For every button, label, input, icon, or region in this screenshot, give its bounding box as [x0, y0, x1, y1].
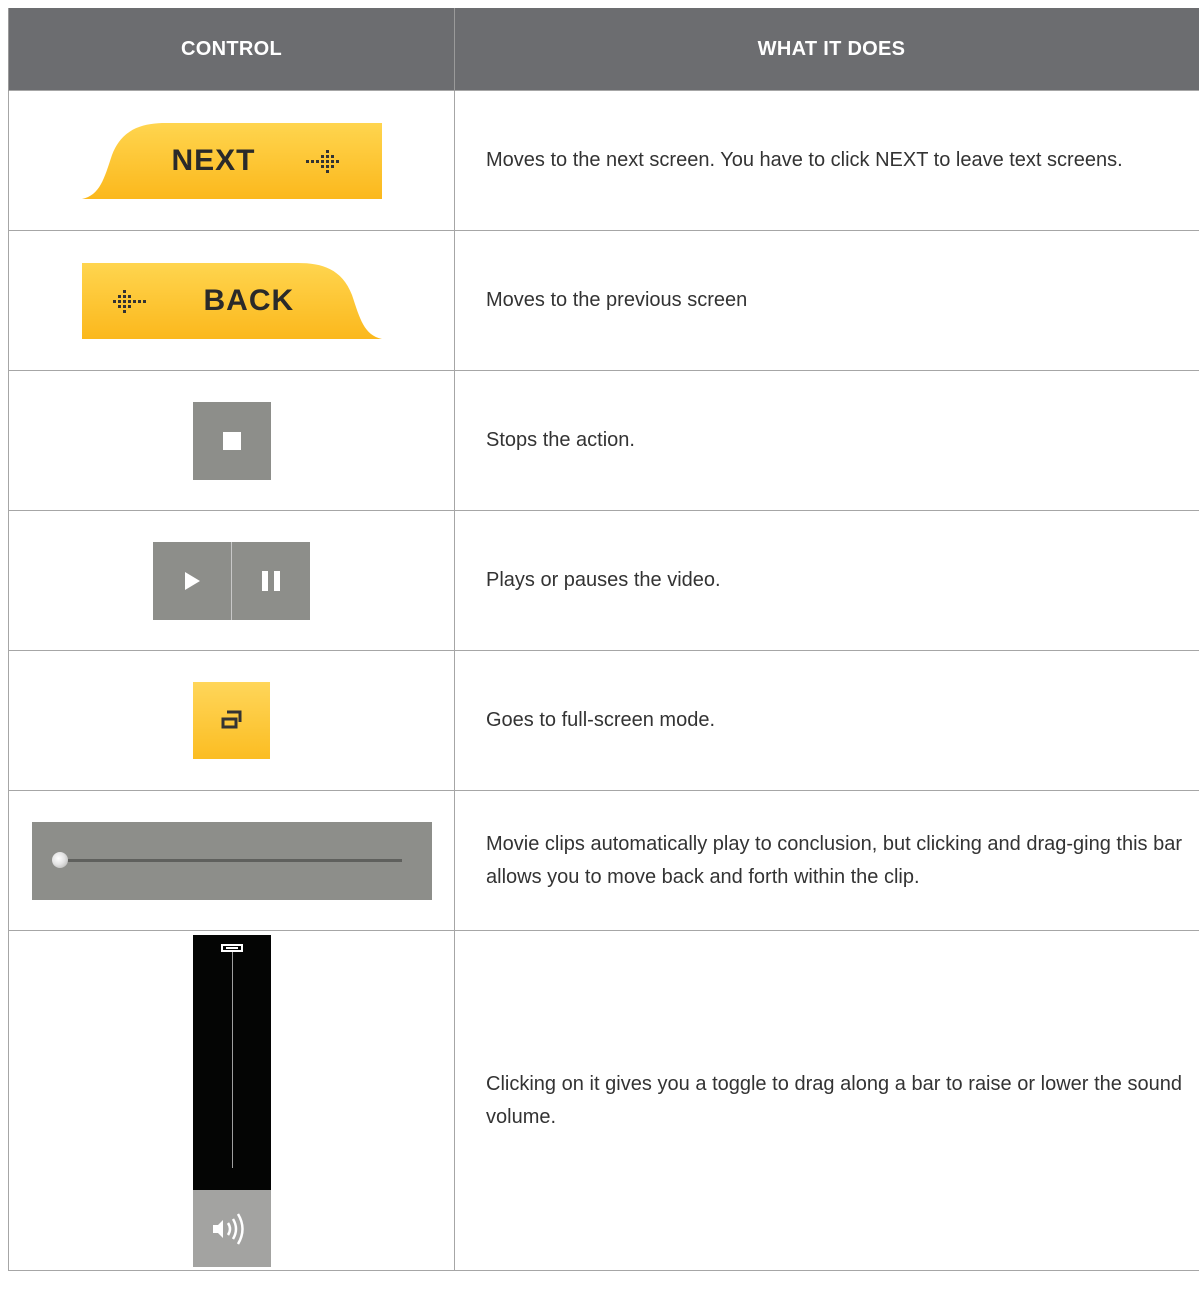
description-cell: Plays or pauses the video. — [454, 510, 1199, 651]
volume-icon — [212, 1212, 244, 1245]
play-icon — [185, 571, 200, 590]
description-cell: Clicking on it gives you a toggle to dra… — [454, 930, 1199, 1271]
fullscreen-icon — [221, 710, 242, 729]
stop-icon — [222, 431, 241, 450]
seek-bar[interactable] — [31, 821, 432, 900]
volume-handle[interactable] — [220, 943, 243, 952]
column-header-control: CONTROL — [8, 8, 455, 91]
control-cell: BACK — [8, 230, 455, 371]
table-header-row: CONTROL WHAT IT DOES — [8, 8, 1199, 91]
pause-icon — [262, 570, 280, 591]
control-cell — [8, 790, 455, 931]
column-header-what-it-does: WHAT IT DOES — [454, 8, 1199, 91]
control-cell — [8, 930, 455, 1271]
volume-slider[interactable] — [192, 934, 271, 1190]
seek-handle[interactable] — [51, 851, 68, 868]
back-button[interactable]: BACK — [81, 262, 382, 339]
table-row: Goes to full-screen mode. — [8, 650, 1199, 791]
volume-track — [231, 944, 233, 1168]
description-cell: Moves to the previous screen — [454, 230, 1199, 371]
next-arrow-icon — [305, 149, 339, 173]
fullscreen-button[interactable] — [193, 682, 270, 759]
control-cell — [8, 370, 455, 511]
table-row: Stops the action. — [8, 370, 1199, 511]
play-pause-group — [153, 541, 310, 620]
play-button[interactable] — [153, 541, 231, 620]
table-row: Movie clips automatically play to conclu… — [8, 790, 1199, 931]
control-cell — [8, 650, 455, 791]
next-button[interactable]: NEXT — [81, 122, 382, 199]
description-cell: Moves to the next screen. You have to cl… — [454, 90, 1199, 231]
stop-button[interactable] — [192, 401, 271, 480]
pause-button[interactable] — [231, 541, 310, 620]
next-label: NEXT — [171, 143, 256, 177]
volume-control — [192, 934, 271, 1267]
table-row: Plays or pauses the video. — [8, 510, 1199, 651]
description-cell: Movie clips automatically play to conclu… — [454, 790, 1199, 931]
volume-button[interactable] — [192, 1189, 271, 1267]
control-cell — [8, 510, 455, 651]
seek-track[interactable] — [61, 858, 402, 862]
back-label: BACK — [203, 283, 295, 317]
control-cell: NEXT — [8, 90, 455, 231]
description-cell: Goes to full-screen mode. — [454, 650, 1199, 791]
table-row: NEXT Moves to the next screen. You have … — [8, 90, 1199, 231]
table-row: Clicking on it gives you a toggle to dra… — [8, 930, 1199, 1271]
back-arrow-icon — [112, 289, 146, 313]
table-row: BACK Moves to the previous screen — [8, 230, 1199, 371]
controls-table: CONTROL WHAT IT DOES NEXT Moves to the n… — [8, 8, 1199, 1271]
description-cell: Stops the action. — [454, 370, 1199, 511]
